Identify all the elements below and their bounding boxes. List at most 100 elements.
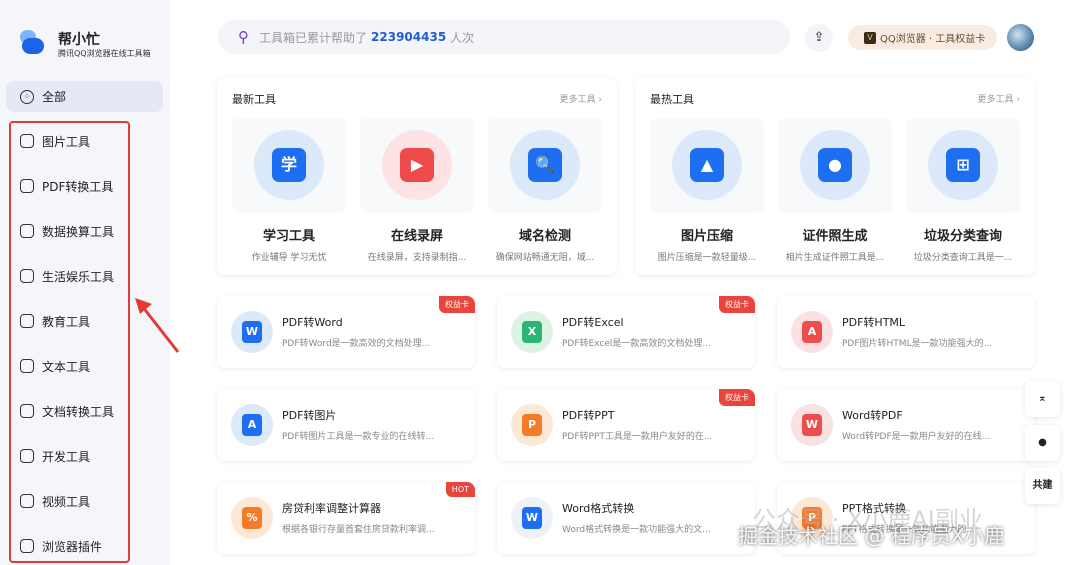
tile-desc: 作业辅导 学习无忧 — [251, 253, 327, 263]
sidebar-item[interactable]: 数据换算工具 — [20, 221, 114, 241]
sidebar-item-label: 数据换算工具 — [42, 224, 115, 239]
logo-icon — [20, 30, 44, 54]
back-to-top-button[interactable]: ⌅ — [1025, 381, 1060, 417]
tool-name: PDF转HTML — [842, 316, 906, 329]
tool-icon: A — [231, 404, 273, 446]
tool-tag-badge: 权益卡 — [719, 296, 755, 313]
tool-card[interactable]: % 房贷利率调整计算器 根据各银行存量首套住房贷款利率调... HOT — [217, 482, 475, 554]
tool-desc: PDF转图片工具是一款专业的在线转... — [282, 432, 435, 442]
sidebar: 帮小忙 腾讯QQ浏览器在线工具箱 ⁘ 全部 图片工具 PDF转换工具 数据换算工具 生活… — [0, 0, 170, 565]
sidebar-item[interactable]: 视频工具 — [20, 491, 90, 511]
tile-image: ▶ — [360, 118, 474, 213]
newest-tools-panel: 最新工具 更多工具 › 学学习工具 作业辅导 学习无忧 ▶ 在线录屏 在线录屏，支持录制… — [217, 78, 617, 275]
tool-card[interactable]: P PDF转PPT PDF转PPT工具是一款用户友好的在... 权益卡 — [497, 389, 755, 461]
sidebar-item[interactable]: 文本工具 — [20, 356, 90, 376]
tool-desc: PDF转Excel是一款高效的文档处理... — [562, 339, 711, 349]
sidebar-item[interactable]: 文档转换工具 — [20, 401, 114, 421]
tool-glyph: ● — [818, 148, 852, 182]
tool-icon: A — [791, 311, 833, 353]
share-icon[interactable]: ⇪ — [805, 24, 833, 52]
brand-subtitle: 腾讯QQ浏览器在线工具箱 — [58, 49, 151, 58]
tool-card[interactable]: A PDF转HTML PDF图片转HTML是一款功能强大的... — [777, 296, 1035, 368]
panel-title: 最热工具 — [650, 93, 694, 106]
sidebar-item-label: 图片工具 — [42, 134, 91, 149]
avatar[interactable] — [1007, 24, 1034, 51]
sidebar-item[interactable]: PDF转换工具 — [20, 176, 113, 196]
sidebar-item-label: 文档转换工具 — [42, 404, 115, 419]
tool-name: PDF转PPT — [562, 409, 615, 422]
tool-card[interactable]: W Word转PDF Word转PDF是一款用户友好的在线... — [777, 389, 1035, 461]
tool-glyph: W — [242, 321, 262, 343]
benefit-card-label: QQ浏览器 · 工具权益卡 — [880, 34, 986, 45]
cobuild-button[interactable]: 共建 — [1025, 468, 1060, 504]
tool-tile[interactable]: 🔍 域名检测 确保网站畅通无阻，域... — [488, 118, 602, 263]
terminal-icon — [20, 449, 34, 463]
hottest-tools-panel: 最热工具 更多工具 › ▲ 图片压缩 图片压缩是一款轻量级... ● 证件照生成 相片生成… — [635, 78, 1035, 275]
tool-icon: W — [231, 311, 273, 353]
tile-desc: 图片压缩是一款轻量级... — [657, 253, 757, 263]
tool-glyph: % — [242, 507, 262, 529]
tool-icon: P — [511, 404, 553, 446]
qq-button[interactable]: ● — [1025, 425, 1060, 461]
sidebar-item[interactable]: 教育工具 — [20, 311, 90, 331]
brand-name: 帮小忙 — [58, 32, 100, 48]
sidebar-item[interactable]: 图片工具 — [20, 131, 90, 151]
sidebar-item-label: 文本工具 — [42, 359, 91, 374]
panel-title: 最新工具 — [232, 93, 276, 106]
tile-image: ⊞ — [906, 118, 1020, 213]
sidebar-item-label: 开发工具 — [42, 449, 91, 464]
sidebar-item[interactable]: 生活娱乐工具 — [20, 266, 114, 286]
tool-glyph: ▲ — [690, 148, 724, 182]
tile-desc: 相片生成证件照工具是... — [785, 253, 885, 263]
tool-icon: X — [511, 311, 553, 353]
sidebar-item[interactable]: 开发工具 — [20, 446, 90, 466]
tile-image: 学 — [232, 118, 346, 213]
puzzle-icon — [20, 539, 34, 553]
tool-glyph: ⊞ — [946, 148, 980, 182]
tool-card[interactable]: A PDF转图片 PDF转图片工具是一款专业的在线转... — [217, 389, 475, 461]
tool-icon: 学 — [254, 130, 324, 200]
tool-desc: Word转PDF是一款用户友好的在线... — [842, 432, 991, 442]
tile-desc: 垃圾分类查询工具是一... — [913, 253, 1013, 263]
tool-tile[interactable]: 学学习工具作业辅导 学习无忧 — [232, 118, 346, 263]
tile-title: 学习工具 — [262, 229, 315, 244]
vip-icon: V — [864, 31, 876, 44]
tool-icon: % — [231, 497, 273, 539]
tool-desc: PDF转Word是一款高效的文档处理... — [282, 339, 431, 349]
tool-tile[interactable]: ▲ 图片压缩 图片压缩是一款轻量级... — [650, 118, 764, 263]
tool-glyph: 学 — [272, 148, 306, 182]
tool-glyph: A — [242, 414, 262, 436]
benefit-card-button[interactable]: V QQ浏览器 · 工具权益卡 — [848, 25, 997, 50]
tile-title: 域名检测 — [518, 229, 571, 244]
tool-tag-badge: HOT — [445, 482, 475, 497]
tool-icon: ▶ — [382, 130, 452, 200]
more-tools-link[interactable]: 更多工具 › — [978, 92, 1020, 105]
tile-image: 🔍 — [488, 118, 602, 213]
tool-desc: Word格式转换是一款功能强大的文... — [562, 525, 711, 535]
tool-card[interactable]: W PDF转Word PDF转Word是一款高效的文档处理... 权益卡 — [217, 296, 475, 368]
chart-icon — [20, 224, 34, 238]
tool-desc: PDF转PPT工具是一款用户友好的在... — [562, 432, 713, 442]
sidebar-item-label: 生活娱乐工具 — [42, 269, 115, 284]
sidebar-item-label: 全部 — [42, 90, 67, 104]
sidebar-item-label: PDF转换工具 — [42, 179, 114, 194]
sidebar-item[interactable]: 浏览器插件 — [20, 536, 102, 556]
sidebar-item-label: 教育工具 — [42, 314, 91, 329]
tool-tile[interactable]: ⊞ 垃圾分类查询 垃圾分类查询工具是一... — [906, 118, 1020, 263]
life-icon — [20, 269, 34, 283]
tool-tag-badge: 权益卡 — [719, 389, 755, 406]
tool-desc: 根据各银行存量首套住房贷款利率调... — [282, 525, 435, 535]
search-bar[interactable]: ⚲ 工具箱已累计帮助了 223904435 人次 — [218, 20, 790, 54]
tool-tile[interactable]: ▶ 在线录屏 在线录屏，支持录制指... — [360, 118, 474, 263]
doc-convert-icon — [20, 404, 34, 418]
tool-icon: 🔍 — [510, 130, 580, 200]
tool-icon: W — [791, 404, 833, 446]
sidebar-item-all[interactable]: ⁘ 全部 — [6, 81, 163, 112]
tool-name: Word转PDF — [842, 409, 903, 422]
tool-card[interactable]: X PDF转Excel PDF转Excel是一款高效的文档处理... 权益卡 — [497, 296, 755, 368]
tool-tile[interactable]: ● 证件照生成 相片生成证件照工具是... — [778, 118, 892, 263]
tool-icon: ● — [800, 130, 870, 200]
tool-glyph: 🔍 — [528, 148, 562, 182]
tool-card[interactable]: W Word格式转换 Word格式转换是一款功能强大的文... — [497, 482, 755, 554]
more-tools-link[interactable]: 更多工具 › — [560, 92, 602, 105]
